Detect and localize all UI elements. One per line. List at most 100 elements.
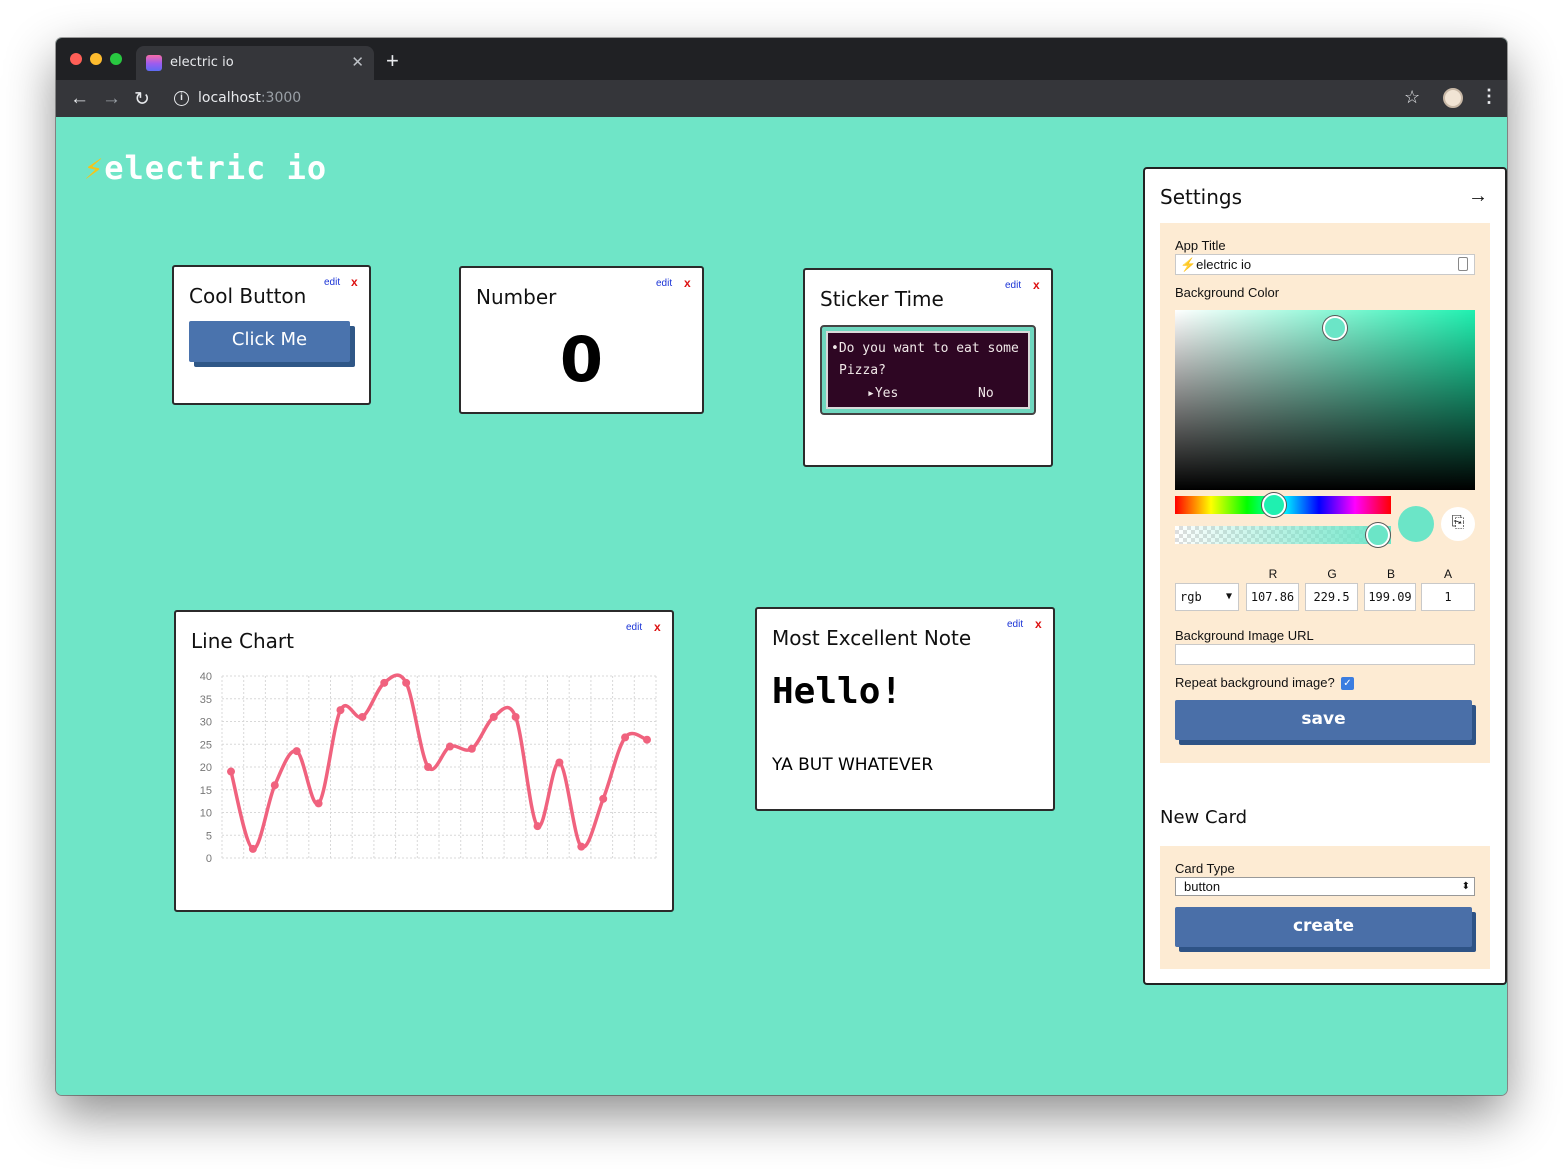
- data-point[interactable]: [358, 712, 367, 721]
- new-card-panel: Card Type button ⬍ create: [1160, 846, 1490, 969]
- data-point[interactable]: [533, 822, 542, 831]
- card-title: Cool Button: [189, 284, 307, 308]
- page-viewport: ⚡electric io Cool Button edit x Click Me…: [56, 117, 1507, 1095]
- delete-card-button[interactable]: x: [684, 276, 691, 290]
- address-bar[interactable]: i localhost:3000: [164, 85, 1374, 113]
- sticker-image: •Do you want to eat some Pizza? ▸Yes No: [820, 325, 1036, 415]
- color-saturation-area[interactable]: [1175, 310, 1475, 490]
- color-mode-select[interactable]: rgb ▼: [1175, 583, 1239, 611]
- alpha-slider[interactable]: [1175, 523, 1391, 547]
- data-point[interactable]: [467, 744, 476, 753]
- y-tick-label: 20: [200, 762, 212, 774]
- browser-toolbar: ← → ↻ i localhost:3000 ☆ ⋮: [56, 80, 1507, 117]
- tab-title: electric io: [170, 55, 234, 70]
- saturation-handle[interactable]: [1323, 316, 1347, 340]
- repeat-bg-checkbox[interactable]: ✓: [1341, 677, 1354, 690]
- data-point[interactable]: [270, 781, 279, 790]
- data-point[interactable]: [445, 742, 454, 751]
- back-arrow-icon[interactable]: ←: [70, 88, 89, 110]
- data-point[interactable]: [555, 758, 564, 767]
- data-point[interactable]: [643, 735, 651, 744]
- profile-avatar[interactable]: [1443, 88, 1463, 108]
- hue-slider[interactable]: [1175, 493, 1391, 517]
- save-button[interactable]: save: [1175, 700, 1472, 740]
- url-host: localhost: [198, 90, 261, 106]
- y-tick-label: 30: [200, 717, 212, 729]
- number-card: Number edit x 0: [459, 266, 704, 414]
- bg-color-label: Background Color: [1175, 285, 1280, 300]
- data-point[interactable]: [380, 678, 389, 687]
- delete-card-button[interactable]: x: [1033, 278, 1040, 292]
- red-input[interactable]: 107.86: [1246, 583, 1299, 611]
- password-manager-icon[interactable]: [1458, 257, 1468, 271]
- reload-icon[interactable]: ↻: [134, 88, 150, 111]
- maximize-window-button[interactable]: [110, 53, 122, 65]
- app-title-label: App Title: [1175, 238, 1226, 253]
- bg-image-input[interactable]: [1175, 644, 1475, 665]
- app-title-value: ⚡electric io: [1180, 257, 1252, 272]
- line-chart: 40 35 30 25 20 15 10 5 0: [200, 671, 657, 865]
- settings-panel: App Title ⚡electric io Background Color: [1160, 223, 1490, 763]
- create-button[interactable]: create: [1175, 907, 1472, 947]
- data-point[interactable]: [248, 844, 257, 853]
- data-point[interactable]: [314, 799, 323, 808]
- settings-title: Settings: [1160, 185, 1243, 209]
- hue-handle[interactable]: [1262, 493, 1286, 517]
- sticker-dialog-box: •Do you want to eat some Pizza? ▸Yes No: [826, 331, 1030, 409]
- edit-card-link[interactable]: edit: [626, 622, 642, 633]
- delete-card-button[interactable]: x: [351, 275, 358, 289]
- line-chart-card: Line Chart edit x 40 35 30 25 20 15 10 5 0: [174, 610, 674, 912]
- data-point[interactable]: [577, 842, 586, 851]
- browser-tab-active[interactable]: electric io ✕: [136, 46, 374, 80]
- green-input[interactable]: 229.5: [1305, 583, 1358, 611]
- delete-card-button[interactable]: x: [654, 620, 661, 634]
- app-title-input[interactable]: ⚡electric io: [1175, 254, 1475, 275]
- edit-card-link[interactable]: edit: [324, 277, 340, 288]
- alpha-handle[interactable]: [1366, 523, 1390, 547]
- channel-label-b: B: [1386, 567, 1395, 581]
- blue-input[interactable]: 199.09: [1364, 583, 1416, 611]
- edit-card-link[interactable]: edit: [1007, 619, 1023, 630]
- channel-label-g: G: [1327, 567, 1337, 581]
- clipboard-icon[interactable]: ⎘: [1441, 507, 1475, 541]
- collapse-arrow-icon[interactable]: →: [1468, 185, 1488, 208]
- note-body: YA BUT WHATEVER: [772, 755, 934, 775]
- data-point[interactable]: [227, 767, 235, 776]
- click-me-button[interactable]: Click Me: [189, 321, 350, 362]
- new-card-title: New Card: [1160, 807, 1248, 828]
- data-point[interactable]: [292, 747, 301, 756]
- settings-sidebar: Settings → App Title ⚡electric io Backgr…: [1143, 167, 1507, 985]
- edit-card-link[interactable]: edit: [1005, 280, 1021, 291]
- select-arrows-icon: ⬍: [1461, 881, 1470, 892]
- edit-card-link[interactable]: edit: [656, 278, 672, 289]
- info-icon[interactable]: i: [174, 91, 189, 106]
- data-point[interactable]: [621, 733, 630, 742]
- data-point[interactable]: [336, 706, 345, 715]
- y-tick-label: 5: [206, 830, 212, 842]
- app-logo-text: electric io: [104, 149, 328, 187]
- card-title: Sticker Time: [820, 287, 944, 311]
- data-point[interactable]: [489, 712, 498, 721]
- y-tick-label: 40: [200, 671, 212, 683]
- close-window-button[interactable]: [70, 53, 82, 65]
- forward-arrow-icon[interactable]: →: [102, 88, 121, 110]
- card-type-select[interactable]: button ⬍: [1175, 877, 1475, 896]
- channel-label-a: A: [1443, 567, 1452, 581]
- data-point[interactable]: [511, 712, 520, 721]
- color-swatch: [1398, 506, 1434, 542]
- browser-menu-icon[interactable]: ⋮: [1480, 86, 1498, 107]
- bookmark-star-icon[interactable]: ☆: [1404, 87, 1420, 108]
- alpha-input[interactable]: 1: [1421, 583, 1475, 611]
- sticker-text-line2: Pizza?: [839, 363, 886, 378]
- data-point[interactable]: [599, 794, 608, 803]
- cool-button-card: Cool Button edit x Click Me: [172, 265, 371, 405]
- close-tab-icon[interactable]: ✕: [351, 53, 364, 71]
- data-point[interactable]: [402, 678, 411, 687]
- data-point[interactable]: [424, 763, 433, 771]
- delete-card-button[interactable]: x: [1035, 617, 1042, 631]
- sticker-option-yes: ▸Yes: [867, 386, 899, 401]
- new-tab-icon[interactable]: +: [386, 48, 399, 74]
- browser-tab-bar: electric io ✕ +: [56, 38, 1507, 80]
- sticker-text-line1: •Do you want to eat some: [831, 341, 1019, 356]
- minimize-window-button[interactable]: [90, 53, 102, 65]
